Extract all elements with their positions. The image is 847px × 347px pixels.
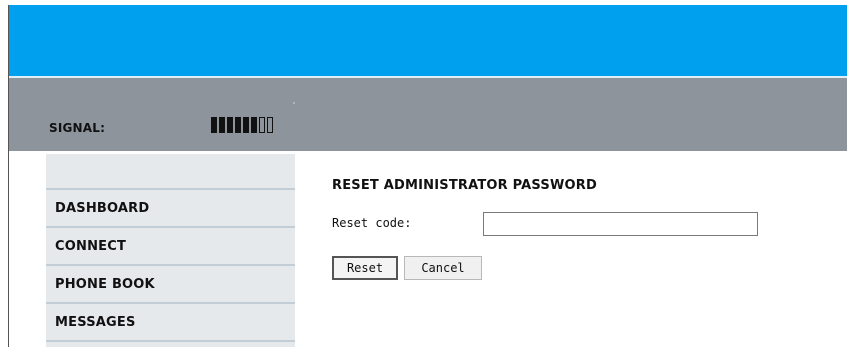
signal-strength-indicator xyxy=(211,117,273,133)
signal-bar-filled xyxy=(211,117,217,133)
signal-bar-empty xyxy=(259,117,265,133)
sidebar-item-dashboard[interactable]: DASHBOARD xyxy=(46,190,295,228)
sidebar-item-phone-book[interactable]: PHONE BOOK xyxy=(46,266,295,304)
main-content: RESET ADMINISTRATOR PASSWORD Reset code:… xyxy=(332,178,758,280)
page-title: RESET ADMINISTRATOR PASSWORD xyxy=(332,178,597,193)
reset-button[interactable]: Reset xyxy=(332,256,398,280)
signal-bar-filled xyxy=(227,117,233,133)
reset-code-row: Reset code: xyxy=(332,212,762,236)
window-margin xyxy=(0,0,8,347)
status-dot xyxy=(293,102,295,104)
signal-bar-empty xyxy=(267,117,273,133)
sidebar-item-connect[interactable]: CONNECT xyxy=(46,228,295,266)
sidebar-item-messages[interactable]: MESSAGES xyxy=(46,304,295,342)
signal-bar-filled xyxy=(219,117,225,133)
sidebar-menu: DASHBOARD CONNECT PHONE BOOK MESSAGES xyxy=(46,154,295,347)
signal-bar-filled xyxy=(235,117,241,133)
sidebar-header xyxy=(46,154,295,190)
signal-bar-filled xyxy=(243,117,249,133)
status-bar: SIGNAL: xyxy=(9,78,847,151)
signal-label: SIGNAL: xyxy=(49,121,106,135)
reset-code-label: Reset code: xyxy=(332,216,412,230)
header-banner xyxy=(9,5,847,76)
reset-code-input[interactable] xyxy=(483,212,758,236)
signal-bar-filled xyxy=(251,117,257,133)
cancel-button[interactable]: Cancel xyxy=(404,256,482,280)
